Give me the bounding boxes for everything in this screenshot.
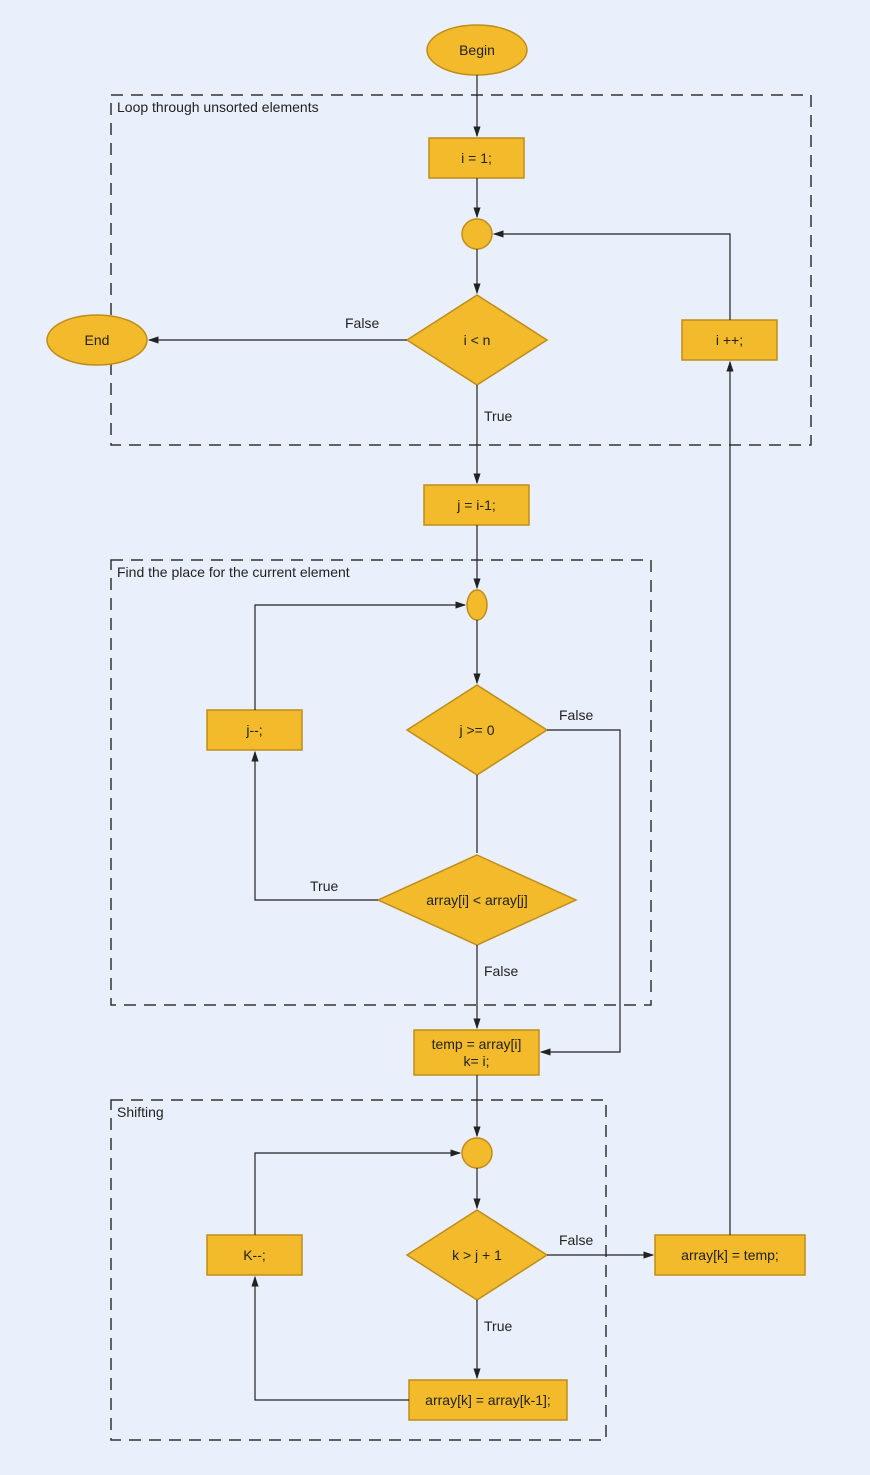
node-k-cond: k > j + 1 [407, 1233, 547, 1277]
group-label-3: Shifting [117, 1104, 164, 1120]
group-label-2: Find the place for the current element [117, 564, 350, 580]
label-arrcond-true: True [310, 878, 338, 894]
label-icond-false: False [345, 315, 379, 331]
group-label-1: Loop through unsorted elements [117, 99, 319, 115]
label-kcond-true: True [484, 1318, 512, 1334]
node-arr-assign: array[k] = temp; [655, 1235, 805, 1275]
node-k-dec: K--; [207, 1235, 302, 1275]
node-j-cond: j >= 0 [407, 708, 547, 752]
node-i-init: i = 1; [429, 138, 524, 178]
node-i-cond: i < n [407, 318, 547, 362]
node-j-init: j = i-1; [424, 485, 529, 525]
node-arr-cond: array[i] < array[j] [378, 878, 576, 922]
node-arr-shift: array[k] = array[k-1]; [409, 1380, 567, 1420]
node-j-dec: j--; [207, 710, 302, 750]
flowchart-canvas: Begin End i = 1; i < n i ++; j = i-1; j … [0, 0, 870, 1475]
label-jcond-false: False [559, 707, 593, 723]
label-arrcond-false: False [484, 963, 518, 979]
node-temp: temp = array[i] k= i; [414, 1030, 539, 1075]
node-begin: Begin [427, 35, 527, 65]
node-end: End [47, 325, 147, 355]
label-icond-true: True [484, 408, 512, 424]
node-i-inc: i ++; [682, 320, 777, 360]
label-kcond-false: False [559, 1232, 593, 1248]
